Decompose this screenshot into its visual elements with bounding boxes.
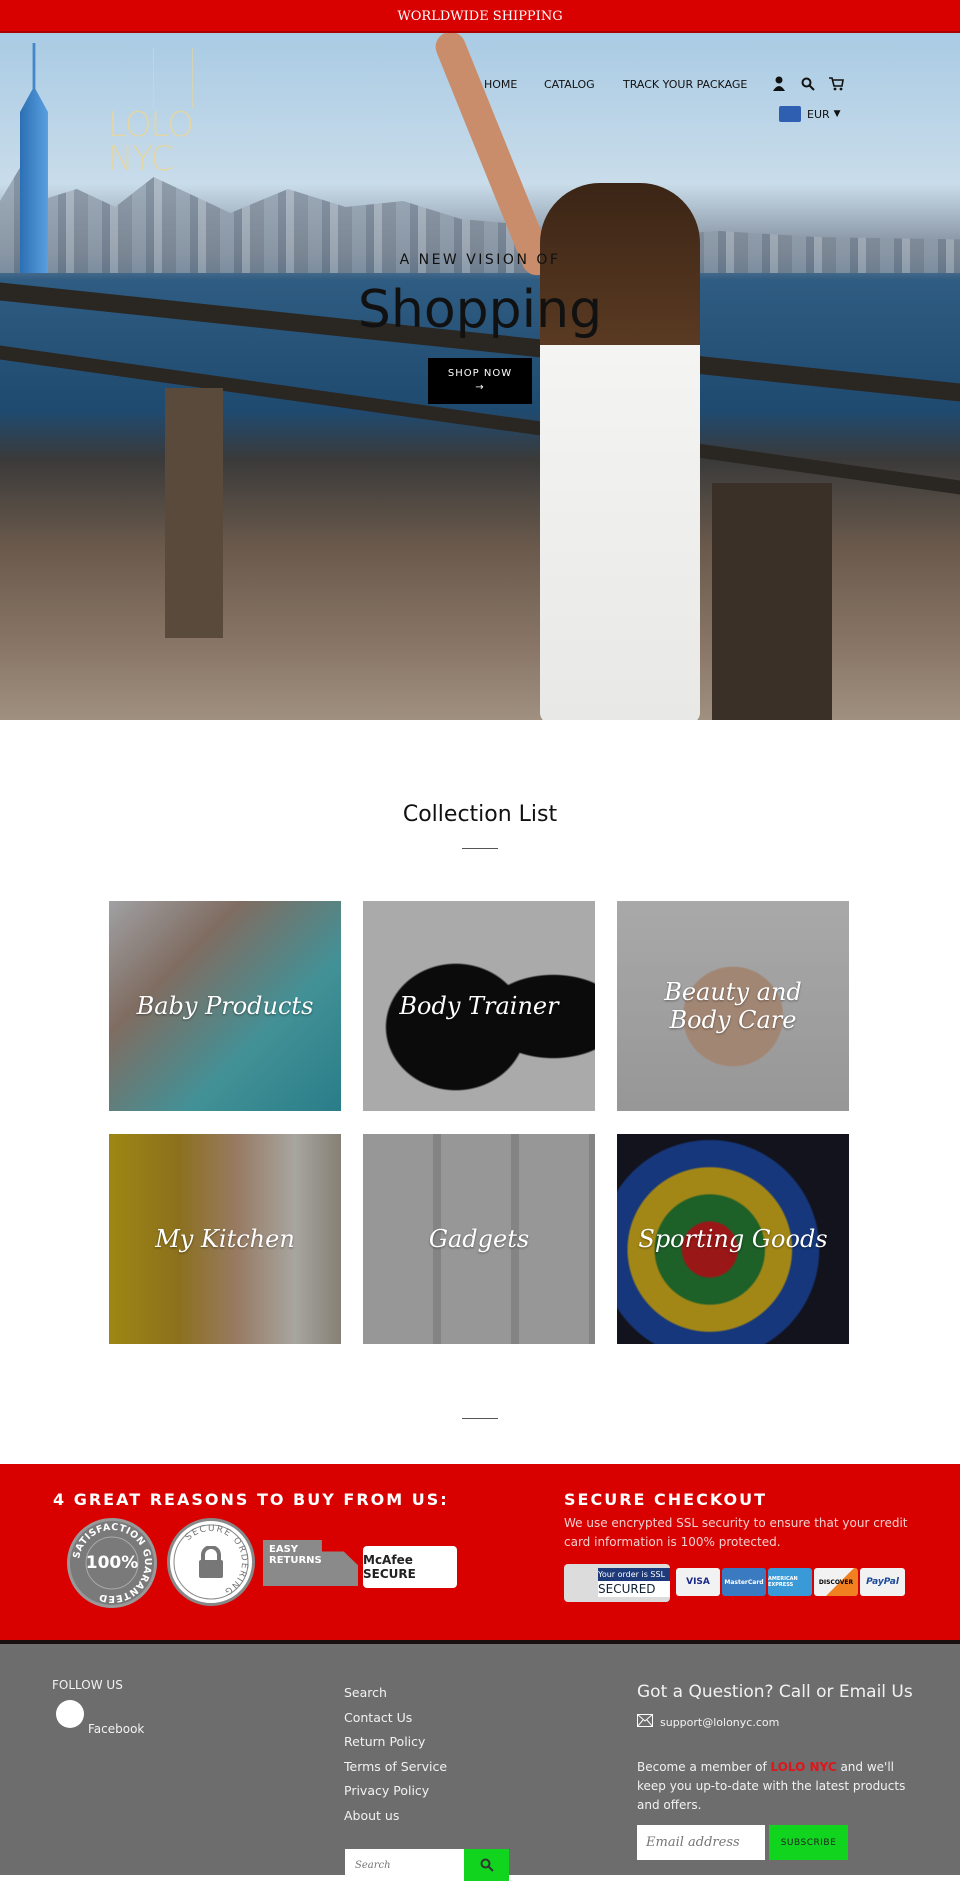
satisfaction-badge: SATISFACTION GUARANTEED 100% — [67, 1518, 157, 1608]
hero-post — [165, 388, 223, 638]
mastercard-icon: MasterCard — [722, 1568, 766, 1596]
collection-baby-products[interactable]: Baby Products — [109, 901, 341, 1111]
discover-card-icon: DISCOVER — [814, 1568, 858, 1596]
support-email-link[interactable]: support@lolonyc.com — [660, 1716, 779, 1729]
hero-tower — [20, 43, 48, 273]
account-icon[interactable] — [772, 76, 786, 91]
hero-headline: Shopping — [357, 280, 603, 340]
collection-label: Beauty and Body Care — [664, 978, 802, 1034]
footer-search-button[interactable] — [464, 1849, 509, 1881]
collection-gadgets[interactable]: Gadgets — [363, 1134, 595, 1344]
search-icon[interactable] — [801, 77, 815, 91]
collection-label: Gadgets — [428, 1225, 530, 1253]
collection-sporting-goods[interactable]: Sporting Goods — [617, 1134, 849, 1344]
footer: FOLLOW US Facebook Search Contact Us Ret… — [0, 1640, 960, 1881]
brand-name: LOLO NYC — [770, 1760, 837, 1774]
collection-my-kitchen[interactable]: My Kitchen — [109, 1134, 341, 1344]
secure-checkout-title: SECURE CHECKOUT — [564, 1490, 767, 1509]
badge-text: EASY RETURNS — [269, 1544, 322, 1566]
contact-heading: Got a Question? Call or Email Us — [637, 1682, 913, 1702]
currency-label: EUR — [807, 107, 830, 121]
nav-catalog[interactable]: CATALOG — [544, 78, 595, 91]
search-icon — [480, 1858, 494, 1872]
newsletter-text-pre: Become a member of — [637, 1760, 771, 1774]
facebook-icon[interactable] — [56, 1700, 84, 1728]
footer-link-search[interactable]: Search — [344, 1685, 387, 1700]
logo-text: LOLO NYC — [108, 105, 194, 179]
trust-section: 4 GREAT REASONS TO BUY FROM US: SATISFAC… — [0, 1464, 960, 1640]
eu-flag-icon — [779, 106, 801, 122]
subscribe-button[interactable]: SUBSCRIBE — [769, 1825, 848, 1860]
footer-link-privacy[interactable]: Privacy Policy — [344, 1783, 429, 1798]
newsletter-text: Become a member of LOLO NYC and we'll ke… — [637, 1758, 907, 1815]
ssl-secured-badge: Your order is SSL SECURED — [564, 1564, 670, 1602]
cart-icon[interactable] — [829, 77, 844, 91]
collection-label: My Kitchen — [155, 1225, 295, 1253]
footer-link-about[interactable]: About us — [344, 1808, 399, 1823]
collection-label: Baby Products — [136, 992, 314, 1020]
hero-kicker: A NEW VISION OF — [399, 252, 561, 268]
logo[interactable]: LOLO NYC — [108, 48, 248, 176]
nav-home[interactable]: HOME — [484, 78, 517, 91]
ssl-top-text: Your order is SSL — [598, 1568, 670, 1581]
shop-now-button[interactable]: SHOP NOW → — [428, 358, 532, 404]
divider — [462, 1418, 498, 1419]
newsletter-email-input[interactable] — [637, 1825, 765, 1860]
paypal-icon: PayPal — [860, 1568, 905, 1596]
ssl-bottom-text: SECURED — [598, 1581, 670, 1597]
collection-label: Sporting Goods — [638, 1225, 828, 1253]
divider — [462, 848, 498, 849]
reasons-title: 4 GREAT REASONS TO BUY FROM US: — [53, 1490, 449, 1509]
facebook-link[interactable]: Facebook — [88, 1722, 144, 1736]
badge-text: McAfee SECURE — [363, 1553, 416, 1581]
currency-selector[interactable]: EUR ▼ — [779, 106, 841, 122]
secure-checkout-text: We use encrypted SSL security to ensure … — [564, 1516, 908, 1549]
arrow-right-icon: → — [475, 382, 485, 393]
hero-post — [712, 483, 832, 720]
mail-icon — [637, 1714, 653, 1727]
follow-us-heading: FOLLOW US — [52, 1678, 123, 1692]
collection-body-trainer[interactable]: Body Trainer — [363, 901, 595, 1111]
collection-beauty-body-care[interactable]: Beauty and Body Care — [617, 901, 849, 1111]
footer-search-input[interactable] — [345, 1849, 464, 1881]
shop-now-label: SHOP NOW — [447, 368, 513, 379]
footer-link-return-policy[interactable]: Return Policy — [344, 1734, 425, 1749]
badge-text: 100% — [85, 1553, 139, 1573]
announcement-bar: WORLDWIDE SHIPPING — [0, 0, 960, 33]
visa-card-icon: VISA — [676, 1568, 720, 1596]
footer-link-terms[interactable]: Terms of Service — [344, 1759, 447, 1774]
chevron-down-icon: ▼ — [833, 109, 841, 119]
collection-label: Body Trainer — [399, 992, 559, 1020]
secure-ordering-badge: SECURE ORDERING — [167, 1518, 255, 1606]
easy-returns-badge: EASY RETURNS — [263, 1540, 358, 1586]
collection-list-title: Collection List — [402, 802, 558, 827]
footer-link-contact[interactable]: Contact Us — [344, 1710, 412, 1725]
mcafee-badge: McAfee SECURE — [363, 1546, 457, 1588]
lock-icon — [199, 1546, 223, 1578]
nav-track-package[interactable]: TRACK YOUR PACKAGE — [623, 78, 747, 91]
amex-card-icon: AMERICAN EXPRESS — [768, 1568, 812, 1596]
